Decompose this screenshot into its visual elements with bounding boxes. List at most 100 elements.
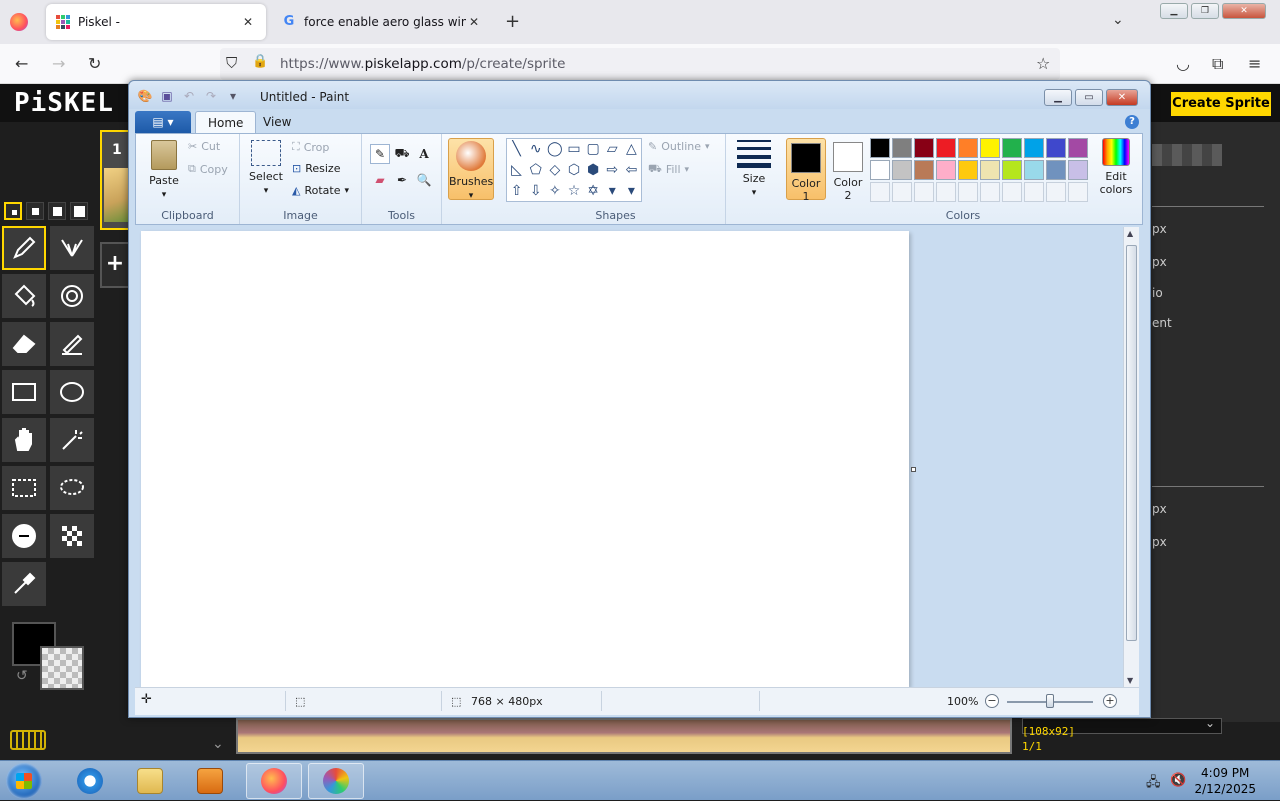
tab-google-search[interactable]: G force enable aero glass window ✕: [272, 4, 492, 40]
custom-color-slot[interactable]: [1046, 182, 1066, 202]
palette-swatch[interactable]: [914, 138, 934, 158]
palette-swatch[interactable]: [1024, 138, 1044, 158]
palette-swatch[interactable]: [892, 160, 912, 180]
pen-size-2[interactable]: [26, 202, 44, 220]
file-explorer-taskbar-item[interactable]: [122, 763, 178, 799]
paint-file-menu-button[interactable]: ▤ ▾: [135, 111, 191, 133]
pocket-icon[interactable]: ◡: [1176, 54, 1190, 73]
copy-button[interactable]: ⧉ Copy: [188, 162, 228, 176]
create-sprite-button[interactable]: Create Sprite: [1171, 92, 1271, 116]
help-icon[interactable]: ?: [1125, 115, 1139, 129]
select-button[interactable]: Select ▾: [246, 140, 286, 196]
firefox-icon[interactable]: [10, 13, 28, 31]
volume-muted-icon[interactable]: 🔇: [1170, 773, 1186, 788]
close-window-icon[interactable]: ✕: [1222, 3, 1266, 19]
network-icon[interactable]: 🖧: [1146, 773, 1161, 795]
paint-app-icon[interactable]: 🎨: [137, 89, 153, 103]
close-tab-icon[interactable]: ✕: [240, 15, 256, 29]
mirror-pen-tool[interactable]: [50, 226, 94, 270]
size-button[interactable]: Size ▾: [732, 140, 776, 198]
eraser-tool-icon[interactable]: ▰: [370, 170, 390, 190]
maximize-window-icon[interactable]: ▭: [1075, 89, 1103, 106]
pen-size-1[interactable]: [4, 202, 22, 220]
redo-icon[interactable]: ↷: [203, 89, 219, 103]
vertical-scrollbar[interactable]: ▲ ▼: [1123, 227, 1139, 687]
back-icon[interactable]: ←: [15, 54, 28, 73]
palette-swatch[interactable]: [1068, 160, 1088, 180]
shape-option[interactable]: ▢: [584, 139, 603, 160]
magic-wand-tool[interactable]: [50, 418, 94, 462]
paint-title-bar[interactable]: 🎨 ▣ ↶ ↷ ▾ Untitled - Paint ▁ ▭ ✕: [129, 81, 1150, 109]
text-tool-icon[interactable]: A: [414, 144, 434, 164]
zoom-in-icon[interactable]: +: [1103, 694, 1117, 708]
scroll-down-icon[interactable]: ▼: [1127, 676, 1133, 685]
swap-colors-icon[interactable]: ↺: [16, 668, 28, 684]
shape-option[interactable]: ▭: [564, 139, 583, 160]
shape-option[interactable]: ▾: [603, 181, 622, 202]
url-bar[interactable]: ⛉ 🔒 https://www.piskelapp.com/p/create/s…: [220, 48, 1060, 80]
shape-option[interactable]: ⇧: [507, 181, 526, 202]
fill-tool-icon[interactable]: ⛟: [392, 144, 412, 164]
magnifier-icon[interactable]: 🔍: [414, 170, 434, 190]
chevron-down-icon[interactable]: ⌄: [212, 736, 224, 752]
internet-explorer-taskbar-item[interactable]: [62, 763, 118, 799]
zoom-slider-handle[interactable]: [1046, 694, 1054, 708]
lighten-tool[interactable]: [2, 514, 46, 558]
palette-swatch[interactable]: [1024, 160, 1044, 180]
custom-color-slot[interactable]: [914, 182, 934, 202]
tab-view[interactable]: View: [251, 111, 303, 133]
palette-swatch[interactable]: [980, 138, 1000, 158]
keyboard-shortcuts-icon[interactable]: [10, 730, 46, 750]
shape-option[interactable]: ⬡: [564, 160, 583, 181]
close-window-icon[interactable]: ✕: [1106, 89, 1138, 106]
shape-option[interactable]: ◇: [545, 160, 564, 181]
shape-option[interactable]: ▱: [603, 139, 622, 160]
customize-toolbar-icon[interactable]: ▾: [225, 89, 241, 103]
brushes-button[interactable]: Brushes ▾: [448, 138, 494, 201]
secondary-color-swatch[interactable]: [40, 646, 84, 690]
new-tab-icon[interactable]: +: [505, 11, 520, 32]
shape-option[interactable]: ⇦: [622, 160, 641, 181]
start-button-icon[interactable]: [6, 763, 42, 799]
custom-color-slot[interactable]: [1002, 182, 1022, 202]
reload-icon[interactable]: ↻: [88, 54, 101, 73]
paint-taskbar-item[interactable]: [308, 763, 364, 799]
tab-home[interactable]: Home: [195, 111, 257, 133]
media-player-taskbar-item[interactable]: [182, 763, 238, 799]
clock[interactable]: 4:09 PM 2/12/2025: [1194, 765, 1256, 797]
cut-button[interactable]: ✂ Cut: [188, 140, 220, 153]
stroke-tool[interactable]: [50, 322, 94, 366]
shape-option[interactable]: ⇩: [526, 181, 545, 202]
rectangle-tool[interactable]: [2, 370, 46, 414]
dithering-tool[interactable]: [50, 514, 94, 558]
palette-swatch[interactable]: [958, 138, 978, 158]
circle-tool[interactable]: [50, 370, 94, 414]
palette-swatch[interactable]: [1068, 138, 1088, 158]
pen-size-3[interactable]: [48, 202, 66, 220]
restore-window-icon[interactable]: ❐: [1191, 3, 1219, 19]
palette-swatch[interactable]: [1046, 138, 1066, 158]
shape-option[interactable]: ∿: [526, 139, 545, 160]
shape-option[interactable]: ▾: [622, 181, 641, 202]
close-tab-icon[interactable]: ✕: [466, 15, 482, 29]
undo-icon[interactable]: ↶: [181, 89, 197, 103]
palette-swatch[interactable]: [870, 138, 890, 158]
scrollbar-thumb[interactable]: [1126, 245, 1137, 641]
pen-tool[interactable]: [2, 226, 46, 270]
shape-option[interactable]: ◯: [545, 139, 564, 160]
edit-colors-button[interactable]: Edit colors: [1092, 138, 1140, 196]
rectangle-selection-tool[interactable]: [2, 466, 46, 510]
color-2-button[interactable]: Color 2: [828, 138, 868, 202]
palette-swatch[interactable]: [1002, 138, 1022, 158]
lock-icon[interactable]: 🔒: [252, 54, 268, 69]
palette-swatch[interactable]: [1046, 160, 1066, 180]
minimize-window-icon[interactable]: ▁: [1160, 3, 1188, 19]
rotate-button[interactable]: ◭ Rotate ▾: [292, 184, 349, 197]
pencil-tool-icon[interactable]: ✎: [370, 144, 390, 164]
move-tool[interactable]: [2, 418, 46, 462]
tab-list-icon[interactable]: ⌄: [1112, 12, 1124, 28]
custom-color-slot[interactable]: [980, 182, 1000, 202]
canvas-resize-handle[interactable]: [911, 467, 916, 472]
palette-swatch[interactable]: [914, 160, 934, 180]
color-1-button[interactable]: Color 1: [786, 138, 826, 203]
